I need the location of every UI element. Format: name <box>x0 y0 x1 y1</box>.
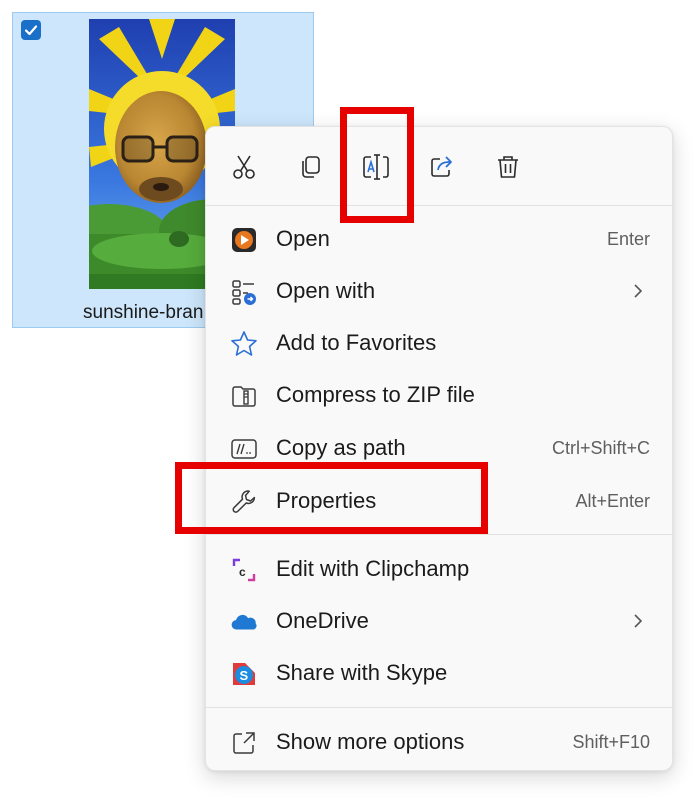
context-menu: Open Enter Open with Add to Favorites Co… <box>205 126 673 771</box>
share-button[interactable] <box>422 147 462 187</box>
menu-item-compress-zip[interactable]: Compress to ZIP file <box>214 370 664 420</box>
skype-icon: S <box>230 660 258 688</box>
scissors-icon <box>233 155 255 179</box>
menu-item-show-more-options[interactable]: Show more options Shift+F10 <box>214 717 664 767</box>
star-icon <box>230 330 258 358</box>
clipchamp-icon: c <box>230 556 258 584</box>
menu-item-add-to-favorites[interactable]: Add to Favorites <box>214 318 664 368</box>
more-options-icon <box>230 729 258 757</box>
menu-item-onedrive[interactable]: OneDrive <box>214 596 664 646</box>
copy-button[interactable] <box>290 147 330 187</box>
media-player-icon <box>230 226 258 254</box>
checkmark-icon <box>24 25 38 36</box>
file-name: sunshine-bran <box>83 302 204 323</box>
divider <box>206 534 672 535</box>
chevron-right-icon <box>634 284 643 298</box>
svg-text:c: c <box>239 565 246 579</box>
selection-checkbox[interactable] <box>21 20 41 40</box>
trash-icon <box>498 156 518 178</box>
cut-button[interactable] <box>224 147 264 187</box>
onedrive-icon <box>230 608 258 636</box>
chevron-right-icon <box>634 614 643 628</box>
menu-item-edit-with-clipchamp[interactable]: c Edit with Clipchamp <box>214 544 664 594</box>
copy-icon <box>302 156 320 178</box>
delete-button[interactable] <box>488 147 528 187</box>
share-icon <box>431 156 452 177</box>
properties-highlight-box <box>175 462 488 534</box>
divider <box>206 205 672 206</box>
command-bar <box>206 127 672 205</box>
menu-item-share-with-skype[interactable]: S Share with Skype <box>214 648 664 698</box>
menu-item-open-with[interactable]: Open with <box>214 266 664 316</box>
zip-icon <box>230 382 258 410</box>
path-icon <box>230 435 258 463</box>
open-with-icon <box>230 278 258 306</box>
divider <box>206 707 672 708</box>
svg-text:S: S <box>240 668 249 683</box>
rename-highlight-box <box>340 107 414 223</box>
menu-item-open[interactable]: Open Enter <box>214 214 664 264</box>
